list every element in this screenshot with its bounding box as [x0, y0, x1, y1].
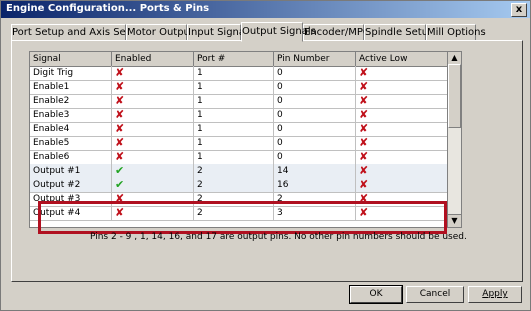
- port-number[interactable]: 2: [194, 178, 274, 192]
- x-icon[interactable]: ✘: [359, 164, 368, 177]
- scroll-thumb[interactable]: [448, 64, 461, 128]
- port-number[interactable]: 1: [194, 136, 274, 150]
- active-low-cell[interactable]: ✘: [356, 94, 448, 108]
- header-pin-number[interactable]: Pin Number: [274, 52, 356, 66]
- table-row[interactable]: Enable6 ✘ 1 0 ✘: [30, 150, 448, 165]
- active-low-cell[interactable]: ✘: [356, 66, 448, 80]
- x-icon[interactable]: ✘: [359, 80, 368, 93]
- active-low-cell[interactable]: ✘: [356, 178, 448, 192]
- pin-number[interactable]: 0: [274, 66, 356, 80]
- apply-button[interactable]: Apply: [468, 286, 522, 303]
- x-icon[interactable]: ✘: [359, 94, 368, 107]
- active-low-cell[interactable]: ✘: [356, 80, 448, 94]
- x-icon[interactable]: ✘: [359, 136, 368, 149]
- signal-name: Enable4: [30, 122, 112, 136]
- close-button[interactable]: x: [511, 3, 527, 17]
- header-active-low[interactable]: Active Low: [356, 52, 448, 66]
- output-pins-note: Pins 2 - 9 , 1, 14, 16, and 17 are outpu…: [90, 232, 467, 242]
- header-enabled[interactable]: Enabled: [112, 52, 194, 66]
- x-icon[interactable]: ✘: [115, 94, 124, 107]
- port-number[interactable]: 2: [194, 164, 274, 178]
- active-low-cell[interactable]: ✘: [356, 164, 448, 178]
- cancel-button[interactable]: Cancel: [406, 286, 464, 303]
- pin-number[interactable]: 16: [274, 178, 356, 192]
- x-icon[interactable]: ✘: [115, 136, 124, 149]
- pin-number[interactable]: 0: [274, 136, 356, 150]
- table-row[interactable]: Digit Trig ✘ 1 0 ✘: [30, 66, 448, 81]
- pin-number[interactable]: 0: [274, 150, 356, 164]
- header-signal[interactable]: Signal: [30, 52, 112, 66]
- signal-name: Enable6: [30, 150, 112, 164]
- check-icon[interactable]: ✔: [115, 164, 124, 177]
- x-icon[interactable]: ✘: [359, 178, 368, 191]
- pin-number[interactable]: 0: [274, 122, 356, 136]
- x-icon[interactable]: ✘: [359, 150, 368, 163]
- signal-name: Enable2: [30, 94, 112, 108]
- signal-name: Enable3: [30, 108, 112, 122]
- enabled-cell[interactable]: ✘: [112, 136, 194, 150]
- x-icon[interactable]: ✘: [359, 108, 368, 121]
- config-window: Engine Configuration... Ports & Pins x P…: [0, 0, 531, 311]
- tab-output-signals[interactable]: Output Signals: [241, 22, 316, 42]
- ok-button[interactable]: OK: [349, 285, 403, 304]
- x-icon[interactable]: ✘: [115, 150, 124, 163]
- table-header: Signal Enabled Port # Pin Number Active …: [30, 52, 448, 67]
- enabled-cell[interactable]: ✘: [112, 122, 194, 136]
- pin-number[interactable]: 14: [274, 164, 356, 178]
- active-low-cell[interactable]: ✘: [356, 122, 448, 136]
- table-row[interactable]: Enable4 ✘ 1 0 ✘: [30, 122, 448, 137]
- x-icon[interactable]: ✘: [359, 66, 368, 79]
- enabled-cell[interactable]: ✘: [112, 80, 194, 94]
- active-low-cell[interactable]: ✘: [356, 136, 448, 150]
- signal-name: Enable5: [30, 136, 112, 150]
- x-icon[interactable]: ✘: [359, 122, 368, 135]
- table-row[interactable]: Output #1 ✔ 2 14 ✘: [30, 164, 448, 179]
- port-number[interactable]: 1: [194, 66, 274, 80]
- enabled-cell[interactable]: ✘: [112, 66, 194, 80]
- table-row[interactable]: Enable5 ✘ 1 0 ✘: [30, 136, 448, 151]
- pin-number[interactable]: 0: [274, 80, 356, 94]
- header-port[interactable]: Port #: [194, 52, 274, 66]
- x-icon[interactable]: ✘: [115, 122, 124, 135]
- x-icon[interactable]: ✘: [115, 66, 124, 79]
- output-signals-panel: Signal Enabled Port # Pin Number Active …: [11, 40, 523, 282]
- tab-port-setup[interactable]: Port Setup and Axis Selection: [11, 24, 159, 41]
- title-bar[interactable]: Engine Configuration... Ports & Pins x: [1, 1, 530, 18]
- table-row[interactable]: Enable3 ✘ 1 0 ✘: [30, 108, 448, 123]
- table-row[interactable]: Enable2 ✘ 1 0 ✘: [30, 94, 448, 109]
- pin-number[interactable]: 0: [274, 108, 356, 122]
- port-number[interactable]: 1: [194, 94, 274, 108]
- enabled-cell[interactable]: ✔: [112, 178, 194, 192]
- tab-mill-options[interactable]: Mill Options: [426, 24, 486, 41]
- enabled-cell[interactable]: ✔: [112, 164, 194, 178]
- x-icon[interactable]: ✘: [115, 108, 124, 121]
- window-title: Engine Configuration... Ports & Pins: [6, 3, 210, 14]
- port-number[interactable]: 1: [194, 122, 274, 136]
- enabled-cell[interactable]: ✘: [112, 108, 194, 122]
- port-number[interactable]: 1: [194, 150, 274, 164]
- signal-name: Enable1: [30, 80, 112, 94]
- tab-spindle-setup[interactable]: Spindle Setup: [364, 24, 434, 41]
- tab-input-signals[interactable]: Input Signals: [187, 24, 253, 41]
- tab-motor-outputs[interactable]: Motor Outputs: [126, 24, 199, 41]
- table-row[interactable]: Output #2 ✔ 2 16 ✘: [30, 178, 448, 193]
- scroll-down-icon[interactable]: ▼: [448, 214, 461, 227]
- highlight-box: [38, 201, 447, 234]
- enabled-cell[interactable]: ✘: [112, 150, 194, 164]
- port-number[interactable]: 1: [194, 80, 274, 94]
- pin-number[interactable]: 0: [274, 94, 356, 108]
- vertical-scrollbar[interactable]: ▲ ▼: [447, 51, 462, 228]
- signal-name: Output #2: [30, 178, 112, 192]
- signal-name: Output #1: [30, 164, 112, 178]
- x-icon[interactable]: ✘: [115, 80, 124, 93]
- enabled-cell[interactable]: ✘: [112, 94, 194, 108]
- active-low-cell[interactable]: ✘: [356, 108, 448, 122]
- active-low-cell[interactable]: ✘: [356, 150, 448, 164]
- signal-name: Digit Trig: [30, 66, 112, 80]
- port-number[interactable]: 1: [194, 108, 274, 122]
- table-row[interactable]: Enable1 ✘ 1 0 ✘: [30, 80, 448, 95]
- check-icon[interactable]: ✔: [115, 178, 124, 191]
